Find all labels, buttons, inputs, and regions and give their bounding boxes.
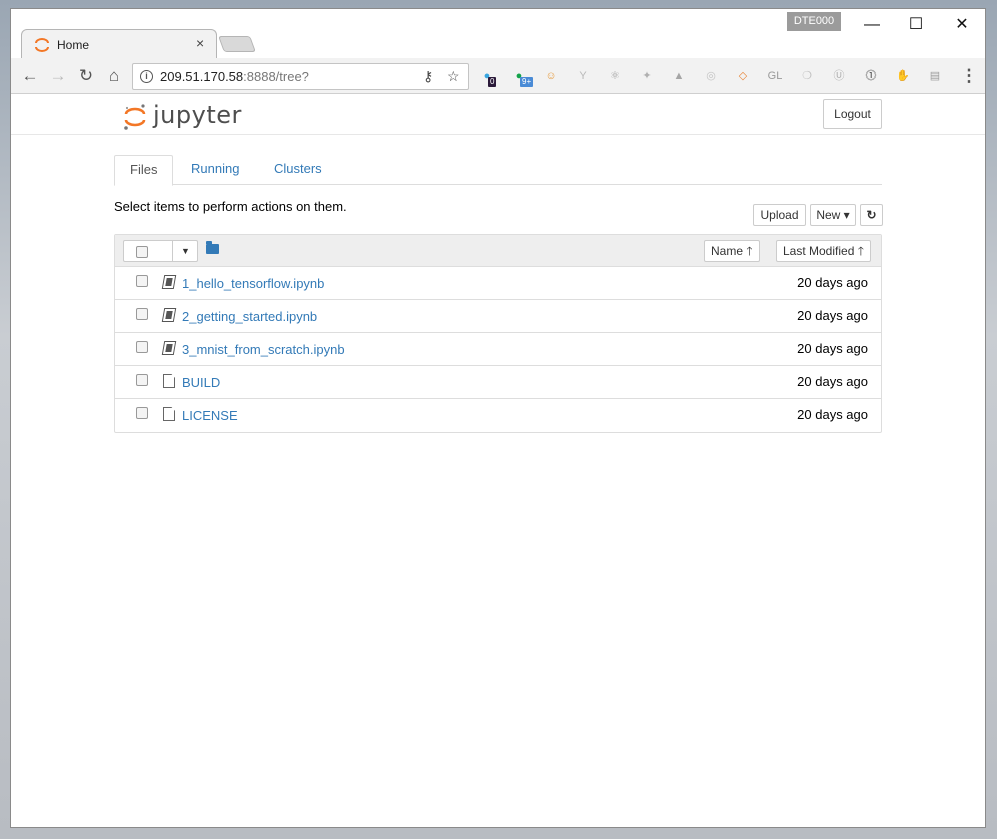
file-rows: 1_hello_tensorflow.ipynb 20 days ago 2_get… <box>115 267 881 432</box>
refresh-button[interactable]: ↻ <box>860 204 883 226</box>
react-devtools-icon[interactable]: ⚛ <box>606 67 624 85</box>
file-row[interactable]: 1_hello_tensorflow.ipynb 20 days ago <box>115 267 881 300</box>
grammarly-icon[interactable]: ● 9+ <box>510 67 534 87</box>
file-modified: 20 days ago <box>797 341 868 356</box>
tab-clusters[interactable]: Clusters <box>259 155 337 185</box>
back-icon[interactable]: ← <box>18 64 42 88</box>
file-name-link[interactable]: 3_mnist_from_scratch.ipynb <box>182 342 345 357</box>
profile-badge[interactable]: DTE000 <box>787 12 841 31</box>
face-extension-icon[interactable]: ☺ <box>542 67 560 85</box>
notebook-icon <box>161 308 177 322</box>
file-row[interactable]: BUILD 20 days ago <box>115 366 881 399</box>
row-checkbox[interactable] <box>136 407 148 419</box>
key-icon[interactable]: ⚷ <box>423 68 433 85</box>
url-text[interactable]: 209.51.170.58:8888/tree? <box>160 69 309 84</box>
file-modified: 20 days ago <box>797 407 868 422</box>
file-row[interactable]: LICENSE 20 days ago <box>115 399 881 432</box>
drive-icon[interactable]: ▲ <box>670 67 688 85</box>
hand-extension-icon[interactable]: ✋ <box>894 67 912 85</box>
new-dropdown-button[interactable]: New ▾ <box>810 204 856 226</box>
select-all-dropdown[interactable]: ▼ <box>123 240 198 262</box>
file-icon <box>163 407 175 421</box>
logout-button[interactable]: Logout <box>823 99 882 129</box>
sort-by-name-button[interactable]: Name 🡑 <box>704 240 760 262</box>
row-checkbox[interactable] <box>136 275 148 287</box>
jupyter-header: jupyter Logout <box>11 95 985 135</box>
file-name-link[interactable]: 2_getting_started.ipynb <box>182 309 317 324</box>
browser-window: Home × DTE000 — ☐ ✕ ← → ↻ ⌂ i 209.51.170… <box>10 8 986 828</box>
jupyter-tabs: Files Running Clusters <box>114 155 882 186</box>
1password-icon[interactable]: ⓵ <box>862 67 880 85</box>
url-path: :8888/tree? <box>243 69 309 84</box>
file-modified: 20 days ago <box>797 308 868 323</box>
jupyter-logo-icon <box>124 104 146 130</box>
tab-files[interactable]: Files <box>114 155 174 186</box>
target-extension-icon[interactable]: ◎ <box>702 67 720 85</box>
notebook-icon <box>161 275 177 289</box>
file-name-link[interactable]: 1_hello_tensorflow.ipynb <box>182 276 324 291</box>
file-row[interactable]: 2_getting_started.ipynb 20 days ago <box>115 300 881 333</box>
folder-icon[interactable] <box>206 241 219 254</box>
browser-tab-home[interactable]: Home × <box>21 29 217 59</box>
file-list: ▼ Name 🡑 Last Modified 🡑 1_hello_tensorf… <box>114 234 882 433</box>
tab-title: Home <box>57 38 90 52</box>
notebook-icon <box>161 341 177 355</box>
selection-hint: Select items to perform actions on them. <box>114 199 347 214</box>
jupyter-page: jupyter Logout Files Running Clusters Se… <box>11 95 985 827</box>
forward-icon[interactable]: → <box>46 64 70 88</box>
select-all-checkbox[interactable] <box>136 246 148 258</box>
file-row[interactable]: 3_mnist_from_scratch.ipynb 20 days ago <box>115 333 881 366</box>
jupyter-logo[interactable]: jupyter <box>123 99 241 131</box>
maximize-icon[interactable]: ☐ <box>901 15 931 35</box>
row-checkbox[interactable] <box>136 308 148 320</box>
u-extension-icon[interactable]: Ⓤ <box>830 67 848 85</box>
sort-by-modified-button[interactable]: Last Modified 🡑 <box>776 240 871 262</box>
new-tab-button[interactable] <box>218 36 256 52</box>
url-host: 209.51.170.58 <box>160 69 244 84</box>
tab-close-icon[interactable]: × <box>196 35 204 51</box>
jupyter-logo-text: jupyter <box>153 101 242 129</box>
puzzle-extension-icon[interactable]: ✦ <box>638 67 656 85</box>
code-extension-icon[interactable]: ◇ <box>734 67 752 85</box>
tab-strip: Home × DTE000 — ☐ ✕ <box>11 9 985 59</box>
extension-badge: 9+ <box>520 77 534 87</box>
row-checkbox[interactable] <box>136 374 148 386</box>
browser-menu-icon[interactable]: ⋮ <box>957 64 981 88</box>
chevron-down-icon[interactable]: ▼ <box>172 241 198 261</box>
leaf-extension-icon[interactable]: ❍ <box>798 67 816 85</box>
file-icon <box>163 374 175 388</box>
gl-extension-icon[interactable]: GL <box>766 67 784 85</box>
close-window-icon[interactable]: ✕ <box>947 15 977 35</box>
y-extension-icon[interactable]: Y <box>574 67 592 85</box>
file-name-link[interactable]: LICENSE <box>182 408 238 423</box>
tab-running[interactable]: Running <box>176 155 254 185</box>
info-icon[interactable]: i <box>140 70 153 83</box>
home-icon[interactable]: ⌂ <box>102 64 126 88</box>
reload-icon[interactable]: ↻ <box>74 64 98 88</box>
address-bar[interactable]: i 209.51.170.58:8888/tree? ⚷ ☆ <box>132 63 469 90</box>
browser-toolbar: ← → ↻ ⌂ i 209.51.170.58:8888/tree? ⚷ ☆ ●… <box>11 58 985 94</box>
page-extension-icon[interactable]: ▤ <box>926 67 944 85</box>
row-checkbox[interactable] <box>136 341 148 353</box>
star-icon[interactable]: ☆ <box>447 68 460 85</box>
file-list-header: ▼ Name 🡑 Last Modified 🡑 <box>115 235 881 267</box>
file-modified: 20 days ago <box>797 374 868 389</box>
file-name-link[interactable]: BUILD <box>182 375 220 390</box>
jupyter-favicon-icon <box>35 38 49 52</box>
ghostery-icon[interactable]: ● 0 <box>478 67 497 87</box>
file-modified: 20 days ago <box>797 275 868 290</box>
minimize-icon[interactable]: — <box>857 15 887 35</box>
upload-button[interactable]: Upload <box>753 204 806 226</box>
extension-badge: 0 <box>488 77 497 87</box>
